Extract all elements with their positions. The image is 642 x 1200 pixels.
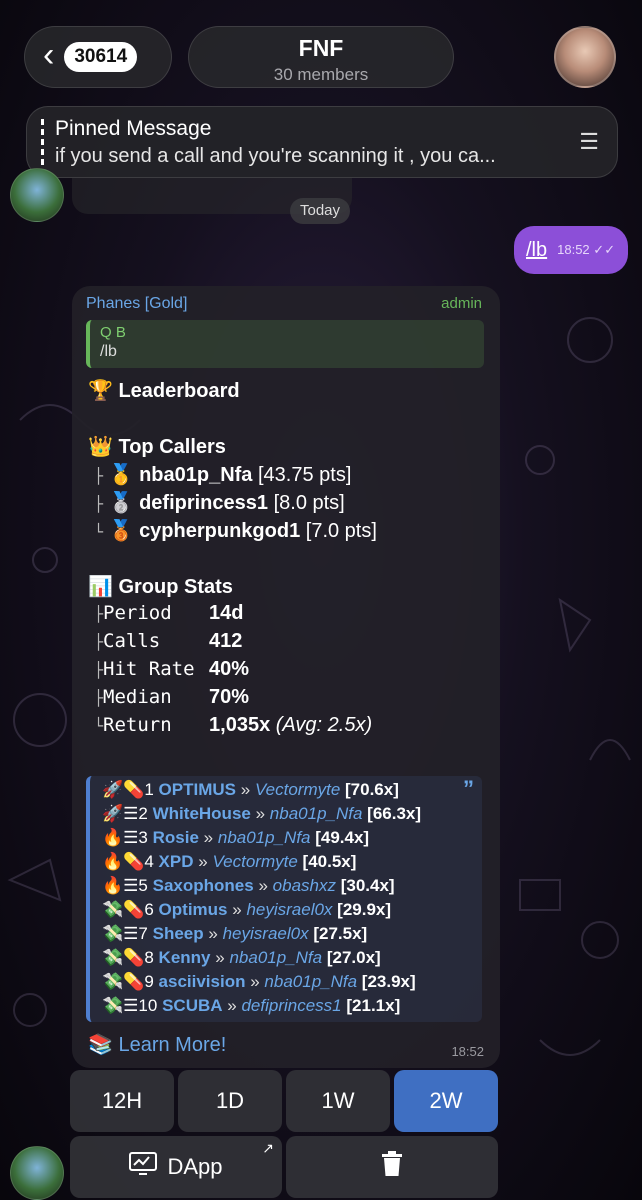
range-button-1w[interactable]: 1W bbox=[286, 1070, 390, 1132]
caller-link[interactable]: heyisrael0x bbox=[246, 900, 332, 919]
range-button-12h[interactable]: 12H bbox=[70, 1070, 174, 1132]
chart-monitor-icon bbox=[129, 1152, 158, 1182]
token-link[interactable]: Sheep bbox=[153, 924, 204, 943]
caller-link[interactable]: nba01p_Nfa bbox=[229, 948, 322, 967]
stat-row: └Return 1,035x (Avg: 2.5x) bbox=[94, 714, 373, 736]
caller-link[interactable]: nba01p_Nfa bbox=[270, 804, 363, 823]
dapp-label: DApp bbox=[167, 1154, 223, 1179]
chat-title: FNF bbox=[298, 35, 344, 61]
stat-row: ├Period 14d bbox=[94, 602, 244, 624]
pinned-text: if you send a call and you're scanning i… bbox=[55, 145, 496, 167]
token-link[interactable]: Optimus bbox=[159, 900, 228, 919]
bar-chart-icon: 📊 bbox=[88, 576, 113, 598]
caller-link[interactable]: heyisrael0x bbox=[223, 924, 309, 943]
sender-avatar[interactable] bbox=[10, 1146, 64, 1200]
top-caller-row: ├ 🥇 nba01p_Nfa [43.75 pts] bbox=[94, 464, 352, 486]
chevron-left-icon: ‹ bbox=[43, 36, 55, 74]
trophy-icon: 🏆 bbox=[88, 380, 113, 402]
caller-link[interactable]: obashxz bbox=[273, 876, 336, 895]
reply-text: /lb bbox=[100, 343, 117, 360]
admin-badge: admin bbox=[441, 295, 482, 312]
range-button-2w[interactable]: 2W bbox=[394, 1070, 498, 1132]
top-caller-row: ├ 🥈 defiprincess1 [8.0 pts] bbox=[94, 492, 345, 514]
stat-row: ├Median 70% bbox=[94, 686, 250, 708]
sender-name[interactable]: Phanes [Gold] bbox=[86, 295, 187, 313]
dapp-button[interactable]: DApp ↗ bbox=[70, 1136, 282, 1198]
books-icon: 📚 bbox=[88, 1034, 113, 1056]
bot-message: Phanes [Gold] admin Q B /lb 🏆 Leaderboar… bbox=[72, 286, 500, 1068]
call-row: 💸💊9 asciivision » nba01p_Nfa [23.9x] bbox=[102, 972, 416, 991]
delete-button[interactable] bbox=[286, 1136, 498, 1198]
pinned-message-bar[interactable]: Pinned Message if you send a call and yo… bbox=[26, 106, 618, 178]
caller-link[interactable]: Vectormyte bbox=[212, 852, 297, 871]
token-link[interactable]: Saxophones bbox=[153, 876, 254, 895]
trash-icon bbox=[380, 1150, 404, 1184]
member-count: 30 members bbox=[273, 65, 369, 84]
reply-author: Q B bbox=[100, 324, 126, 341]
stat-row: ├Hit Rate 40% bbox=[94, 658, 250, 680]
back-button[interactable]: ‹ 30614 bbox=[24, 26, 172, 88]
stat-row: ├Calls 412 bbox=[94, 630, 243, 652]
top-caller-row: └ 🥉 cypherpunkgod1 [7.0 pts] bbox=[94, 520, 377, 542]
call-row: 🔥☰3 Rosie » nba01p_Nfa [49.4x] bbox=[102, 828, 370, 847]
top-calls-quote: ” 🚀💊1 OPTIMUS » Vectormyte [70.6x] 🚀☰2 W… bbox=[86, 776, 482, 1022]
pinned-label: Pinned Message bbox=[55, 117, 212, 140]
range-button-1d[interactable]: 1D bbox=[178, 1070, 282, 1132]
token-link[interactable]: SCUBA bbox=[162, 996, 222, 1015]
sender-avatar[interactable] bbox=[10, 168, 64, 222]
token-link[interactable]: asciivision bbox=[159, 972, 246, 991]
caller-link[interactable]: nba01p_Nfa bbox=[218, 828, 311, 847]
chat-header[interactable]: FNF 30 members bbox=[188, 26, 454, 88]
token-link[interactable]: Kenny bbox=[159, 948, 211, 967]
pinned-indicator bbox=[41, 119, 44, 167]
top-callers-heading: 👑 Top Callers bbox=[88, 436, 226, 458]
leaderboard-heading: 🏆 Leaderboard bbox=[88, 380, 240, 402]
group-stats-heading: 📊 Group Stats bbox=[88, 576, 233, 598]
caller-link[interactable]: Vectormyte bbox=[255, 780, 340, 799]
token-link[interactable]: Rosie bbox=[153, 828, 199, 847]
call-row: 💸☰7 Sheep » heyisrael0x [27.5x] bbox=[102, 924, 368, 943]
bronze-medal-icon: 🥉 bbox=[108, 520, 134, 542]
gold-medal-icon: 🥇 bbox=[108, 464, 134, 486]
call-row: 💸☰10 SCUBA » defiprincess1 [21.1x] bbox=[102, 996, 401, 1015]
call-row: 🔥☰5 Saxophones » obashxz [30.4x] bbox=[102, 876, 395, 895]
command-link[interactable]: /lb bbox=[526, 239, 547, 262]
caller-link[interactable]: nba01p_Nfa bbox=[264, 972, 357, 991]
arrow-up-right-icon: ↗ bbox=[262, 1140, 274, 1156]
call-row: 💸💊6 Optimus » heyisrael0x [29.9x] bbox=[102, 900, 392, 919]
message-time: 18:52 ✓✓ bbox=[557, 242, 616, 257]
call-row: 🔥💊4 XPD » Vectormyte [40.5x] bbox=[102, 852, 357, 871]
call-row: 💸💊8 Kenny » nba01p_Nfa [27.0x] bbox=[102, 948, 381, 967]
outgoing-message[interactable]: /lb 18:52 ✓✓ bbox=[514, 226, 628, 274]
caller-link[interactable]: defiprincess1 bbox=[241, 996, 341, 1015]
token-link[interactable]: WhiteHouse bbox=[153, 804, 251, 823]
token-link[interactable]: XPD bbox=[159, 852, 194, 871]
call-row: 🚀💊1 OPTIMUS » Vectormyte [70.6x] bbox=[102, 780, 399, 799]
date-separator: Today bbox=[290, 198, 351, 224]
read-check-icon: ✓✓ bbox=[593, 242, 616, 257]
token-link[interactable]: OPTIMUS bbox=[159, 780, 236, 799]
pinned-list-icon[interactable]: ☰ bbox=[579, 129, 599, 155]
message-time: 18:52 bbox=[451, 1044, 484, 1059]
silver-medal-icon: 🥈 bbox=[108, 492, 134, 514]
crown-icon: 👑 bbox=[88, 436, 113, 458]
quote-icon: ” bbox=[463, 776, 474, 801]
unread-count-badge: 30614 bbox=[64, 42, 138, 72]
learn-more-link[interactable]: 📚 Learn More! bbox=[88, 1032, 226, 1057]
call-row: 🚀☰2 WhiteHouse » nba01p_Nfa [66.3x] bbox=[102, 804, 422, 823]
group-avatar[interactable] bbox=[554, 26, 616, 88]
reply-preview[interactable]: Q B /lb bbox=[86, 320, 484, 368]
